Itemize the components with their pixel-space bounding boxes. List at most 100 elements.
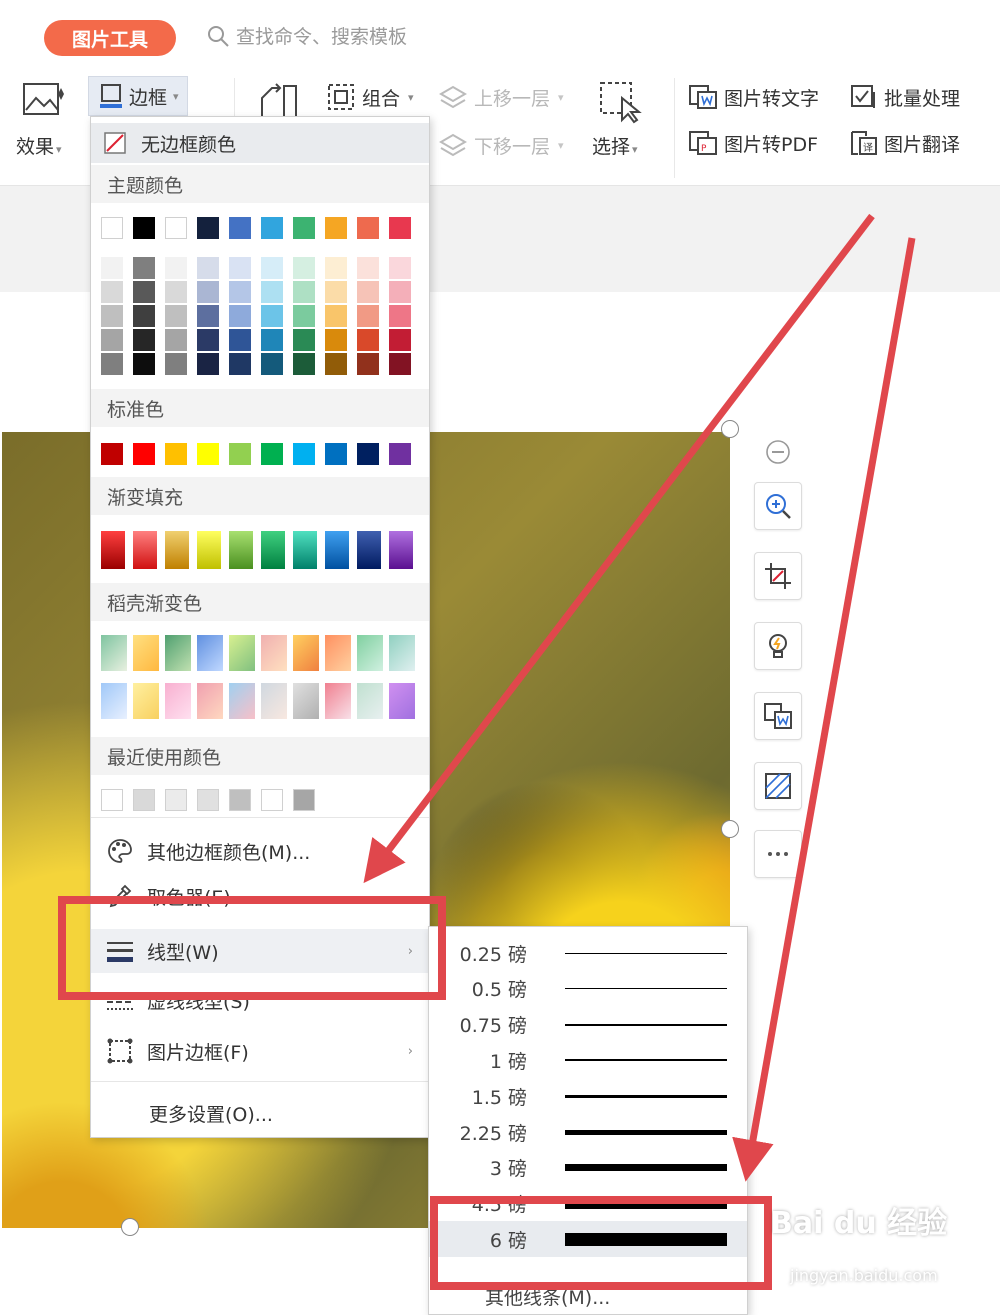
theme-color-swatch[interactable]: [325, 217, 347, 239]
resize-handle-top-right[interactable]: [721, 420, 739, 438]
dash-style-item[interactable]: 虚线线型(S): [91, 983, 429, 1017]
batch-process-button[interactable]: 批量处理: [848, 82, 960, 112]
theme-shade-swatch[interactable]: [389, 281, 411, 303]
theme-shade-swatch[interactable]: [133, 305, 155, 327]
theme-shade-swatch[interactable]: [133, 353, 155, 375]
theme-shade-swatch[interactable]: [165, 305, 187, 327]
theme-shade-swatch[interactable]: [293, 305, 315, 327]
line-weight-option[interactable]: 2.25 磅: [429, 1114, 747, 1150]
gradient-swatch[interactable]: [261, 531, 285, 569]
standard-color-swatch[interactable]: [133, 443, 155, 465]
theme-shade-swatch[interactable]: [261, 353, 283, 375]
docer-gradient-swatch[interactable]: [389, 635, 415, 671]
standard-color-swatch[interactable]: [357, 443, 379, 465]
recent-color-swatch[interactable]: [197, 789, 219, 811]
docer-gradient-swatch[interactable]: [197, 683, 223, 719]
theme-shade-swatch[interactable]: [261, 305, 283, 327]
theme-shade-swatch[interactable]: [101, 353, 123, 375]
collapse-toolbar-button[interactable]: [754, 428, 802, 476]
gradient-swatch[interactable]: [197, 531, 221, 569]
effect-icon[interactable]: [22, 80, 66, 120]
command-search[interactable]: 查找命令、搜索模板: [206, 22, 407, 49]
more-button[interactable]: [754, 830, 802, 878]
theme-shade-swatch[interactable]: [325, 281, 347, 303]
theme-color-swatch[interactable]: [133, 217, 155, 239]
image-translate-button[interactable]: 译 图片翻译: [848, 128, 960, 158]
picture-tools-tab[interactable]: 图片工具: [44, 20, 176, 56]
docer-gradient-swatch[interactable]: [357, 683, 383, 719]
docer-gradient-swatch[interactable]: [101, 683, 127, 719]
theme-shade-swatch[interactable]: [165, 329, 187, 351]
theme-shade-swatch[interactable]: [101, 305, 123, 327]
resize-handle-bottom[interactable]: [121, 1218, 139, 1236]
theme-color-swatch[interactable]: [261, 217, 283, 239]
theme-shade-swatch[interactable]: [229, 281, 251, 303]
docer-gradient-swatch[interactable]: [197, 635, 223, 671]
recent-color-swatch[interactable]: [293, 789, 315, 811]
no-border-color-item[interactable]: 无边框颜色: [91, 123, 429, 163]
theme-shade-swatch[interactable]: [165, 257, 187, 279]
recent-color-swatch[interactable]: [261, 789, 283, 811]
gradient-swatch[interactable]: [101, 531, 125, 569]
theme-shade-swatch[interactable]: [197, 281, 219, 303]
line-weight-option[interactable]: 1 磅: [429, 1042, 747, 1078]
line-weight-option[interactable]: 6 磅: [429, 1221, 747, 1258]
gradient-swatch[interactable]: [357, 531, 381, 569]
theme-color-swatch[interactable]: [389, 217, 411, 239]
picture-border-item[interactable]: 图片边框(F) ›: [91, 1029, 429, 1073]
line-style-item[interactable]: 线型(W) ›: [91, 929, 429, 973]
bring-forward-button[interactable]: 上移一层 ▾: [438, 82, 564, 112]
docer-gradient-swatch[interactable]: [133, 683, 159, 719]
gradient-swatch[interactable]: [293, 531, 317, 569]
theme-color-swatch[interactable]: [197, 217, 219, 239]
docer-gradient-swatch[interactable]: [293, 635, 319, 671]
docer-gradient-swatch[interactable]: [165, 635, 191, 671]
standard-color-swatch[interactable]: [165, 443, 187, 465]
line-weight-option[interactable]: 0.5 磅: [429, 971, 747, 1007]
theme-shade-swatch[interactable]: [133, 281, 155, 303]
theme-color-swatch[interactable]: [293, 217, 315, 239]
standard-color-swatch[interactable]: [197, 443, 219, 465]
theme-shade-swatch[interactable]: [165, 281, 187, 303]
docer-gradient-swatch[interactable]: [293, 683, 319, 719]
theme-shade-swatch[interactable]: [261, 329, 283, 351]
docer-gradient-swatch[interactable]: [325, 635, 351, 671]
eyedropper-item[interactable]: 取色器(E): [91, 879, 429, 913]
line-weight-option[interactable]: 3 磅: [429, 1150, 747, 1186]
docer-gradient-swatch[interactable]: [357, 635, 383, 671]
standard-color-swatch[interactable]: [293, 443, 315, 465]
theme-shade-swatch[interactable]: [357, 257, 379, 279]
border-button[interactable]: 边框 ▾: [88, 76, 188, 116]
gradient-swatch[interactable]: [133, 531, 157, 569]
docer-gradient-swatch[interactable]: [133, 635, 159, 671]
docer-gradient-swatch[interactable]: [229, 683, 255, 719]
line-weight-option[interactable]: 0.75 磅: [429, 1007, 747, 1043]
theme-shade-swatch[interactable]: [229, 329, 251, 351]
docer-gradient-swatch[interactable]: [229, 635, 255, 671]
group-button[interactable]: 组合 ▾: [326, 82, 414, 112]
theme-shade-swatch[interactable]: [325, 305, 347, 327]
theme-shade-swatch[interactable]: [133, 329, 155, 351]
standard-color-swatch[interactable]: [229, 443, 251, 465]
image-to-text-button[interactable]: 图片转文字: [688, 82, 819, 112]
theme-shade-swatch[interactable]: [389, 329, 411, 351]
gradient-swatch[interactable]: [325, 531, 349, 569]
theme-shade-swatch[interactable]: [101, 281, 123, 303]
recent-color-swatch[interactable]: [165, 789, 187, 811]
docer-gradient-swatch[interactable]: [389, 683, 415, 719]
select-button[interactable]: 选择 ▾: [592, 132, 638, 159]
theme-shade-swatch[interactable]: [229, 353, 251, 375]
theme-shade-swatch[interactable]: [389, 305, 411, 327]
select-icon[interactable]: [598, 80, 642, 124]
border-style-button[interactable]: [754, 762, 802, 810]
theme-shade-swatch[interactable]: [261, 281, 283, 303]
theme-color-swatch[interactable]: [101, 217, 123, 239]
line-weight-option[interactable]: 0.25 磅: [429, 935, 747, 971]
theme-shade-swatch[interactable]: [293, 257, 315, 279]
line-weight-option[interactable]: 1.5 磅: [429, 1078, 747, 1114]
more-settings-item[interactable]: 更多设置(O)...: [91, 1093, 429, 1133]
theme-color-swatch[interactable]: [229, 217, 251, 239]
theme-shade-swatch[interactable]: [325, 329, 347, 351]
theme-color-swatch[interactable]: [165, 217, 187, 239]
theme-shade-swatch[interactable]: [197, 305, 219, 327]
